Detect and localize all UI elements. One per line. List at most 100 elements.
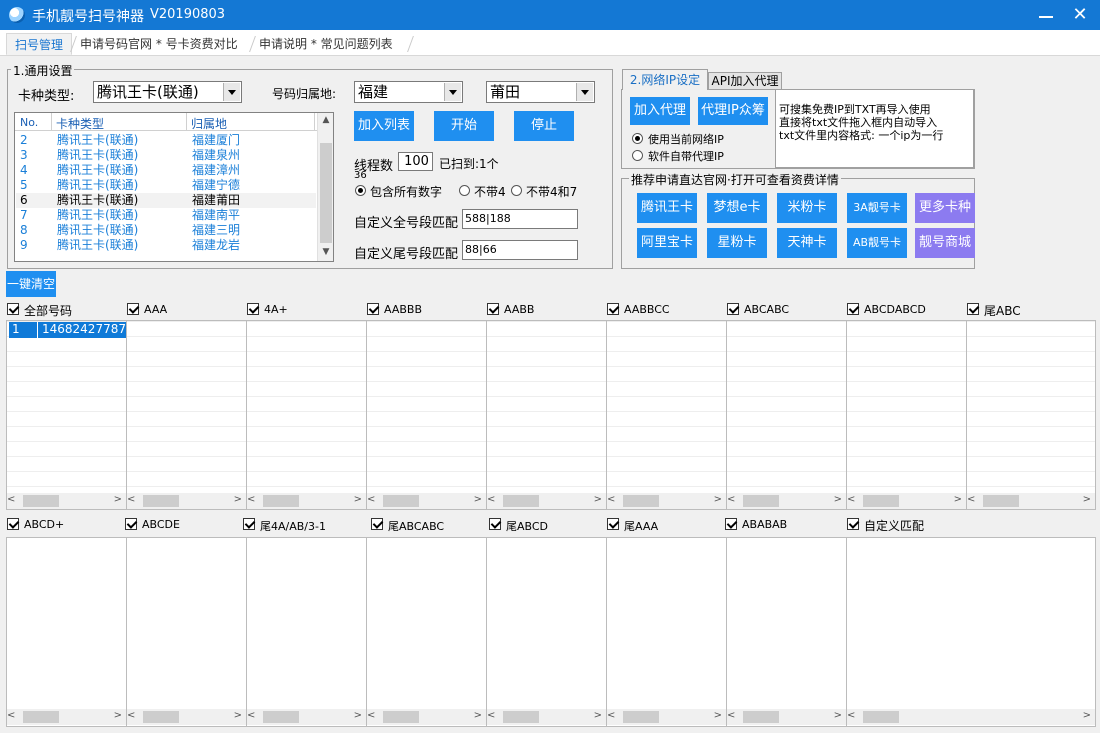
start-button[interactable]: 开始: [434, 111, 494, 141]
radio-no-4-7[interactable]: [511, 185, 522, 196]
panel-tail-abc[interactable]: [966, 320, 1096, 510]
radio-all-digits[interactable]: [355, 185, 366, 196]
list-item[interactable]: 9 腾讯王卡(联通) 福建龙岩: [16, 238, 316, 253]
panel-aabb[interactable]: [486, 320, 607, 510]
checkbox-abcde[interactable]: [125, 518, 137, 530]
mengxiang-button[interactable]: 梦想e卡: [707, 193, 767, 223]
add-list-button[interactable]: 加入列表: [354, 111, 414, 141]
more-cards-button[interactable]: 更多卡种: [915, 193, 975, 223]
card-type-select[interactable]: 腾讯王卡(联通): [93, 81, 242, 103]
panel-abcde[interactable]: [126, 537, 247, 727]
list-item[interactable]: 4 腾讯王卡(联通) 福建漳州: [16, 163, 316, 178]
checkbox-aabbb[interactable]: [367, 303, 379, 315]
checkbox-tail-aaa[interactable]: [607, 518, 619, 530]
ab-card-button[interactable]: AB靓号卡: [847, 228, 907, 258]
checkbox-aaa[interactable]: [127, 303, 139, 315]
checkbox-aabbcc[interactable]: [607, 303, 619, 315]
hscroll[interactable]: < >: [7, 493, 126, 509]
panel-4a[interactable]: [246, 320, 367, 510]
list-item[interactable]: 3 腾讯王卡(联通) 福建泉州: [16, 148, 316, 163]
scroll-thumb[interactable]: [320, 143, 332, 243]
hscroll[interactable]: < >: [607, 493, 726, 509]
checkbox-tail-abc[interactable]: [967, 303, 979, 315]
checkbox-all-numbers[interactable]: [7, 303, 19, 315]
card-type-list[interactable]: No. 卡种类型 归属地 2 腾讯王卡(联通) 福建厦门 3 腾讯王卡(联通) 福建泉州…: [14, 112, 334, 262]
panel-abcdabcd[interactable]: [846, 320, 967, 510]
hscroll[interactable]: < >: [367, 709, 486, 725]
hscroll[interactable]: < >: [127, 709, 246, 725]
tab-official-sites[interactable]: 申请号码官网 * 号卡资费对比: [72, 33, 246, 55]
panel-custom-match[interactable]: [846, 537, 1096, 727]
hscroll[interactable]: < >: [727, 493, 846, 509]
checkbox-abcabc[interactable]: [727, 303, 739, 315]
proxy-drop-area[interactable]: 可搜集免费IP到TXT再导入使用 直接将txt文件拖入框内自动导入 txt文件里…: [775, 89, 974, 168]
list-item[interactable]: 5 腾讯王卡(联通) 福建宁德: [16, 178, 316, 193]
checkbox-abcdabcd[interactable]: [847, 303, 859, 315]
list-item-selected[interactable]: 6 腾讯王卡(联通) 福建莆田: [16, 193, 316, 208]
tab-instructions[interactable]: 申请说明 * 常见问题列表: [251, 33, 401, 55]
checkbox-4a[interactable]: [247, 303, 259, 315]
xingfen-button[interactable]: 星粉卡: [707, 228, 767, 258]
scroll-down-icon[interactable]: ▼: [319, 247, 333, 257]
radio-builtin-proxy[interactable]: [632, 150, 643, 161]
number-mall-button[interactable]: 靓号商城: [915, 228, 975, 258]
radio-no-4[interactable]: [459, 185, 470, 196]
hscroll[interactable]: < >: [727, 709, 846, 725]
checkbox-custom-match[interactable]: [847, 518, 859, 530]
panel-all-numbers[interactable]: 1 14682427787: [6, 320, 127, 510]
panel-aaa[interactable]: [126, 320, 247, 510]
panel-aabbcc[interactable]: [606, 320, 727, 510]
hscroll[interactable]: < >: [247, 493, 366, 509]
tianshen-button[interactable]: 天神卡: [777, 228, 837, 258]
found-number-row[interactable]: 1 14682427787: [9, 322, 127, 338]
list-scrollbar[interactable]: ▲ ▼: [317, 113, 333, 261]
wangka-button[interactable]: 腾讯王卡: [637, 193, 697, 223]
list-item[interactable]: 7 腾讯王卡(联通) 福建南平: [16, 208, 316, 223]
panel-abcabc[interactable]: [726, 320, 847, 510]
mifen-button[interactable]: 米粉卡: [777, 193, 837, 223]
hscroll[interactable]: < >: [7, 709, 126, 725]
alibao-button[interactable]: 阿里宝卡: [637, 228, 697, 258]
province-select[interactable]: 福建: [354, 81, 463, 103]
3a-card-button[interactable]: 3A靓号卡: [847, 193, 907, 223]
clear-all-button[interactable]: 一键清空: [6, 271, 56, 297]
city-select[interactable]: 莆田: [486, 81, 595, 103]
stop-button[interactable]: 停止: [514, 111, 574, 141]
hscroll[interactable]: < >: [847, 493, 966, 509]
minimize-icon[interactable]: [1033, 3, 1059, 27]
hscroll[interactable]: < >: [487, 709, 606, 725]
hscroll[interactable]: < >: [607, 709, 726, 725]
tail-match-input[interactable]: 88|66: [462, 240, 578, 260]
thread-count-input[interactable]: 100: [398, 152, 433, 171]
scroll-up-icon[interactable]: ▲: [319, 115, 333, 125]
checkbox-tail-abcd[interactable]: [489, 518, 501, 530]
checkbox-tail-4a[interactable]: [243, 518, 255, 530]
panel-ababab[interactable]: [726, 537, 847, 727]
tab-api-proxy[interactable]: API加入代理: [708, 72, 782, 90]
panel-tail-abcabc[interactable]: [366, 537, 487, 727]
panel-aabbb[interactable]: [366, 320, 487, 510]
radio-current-ip[interactable]: [632, 133, 643, 144]
hscroll[interactable]: < >: [487, 493, 606, 509]
hscroll[interactable]: < >: [847, 709, 1095, 725]
tab-network-ip[interactable]: 2.网络IP设定: [622, 69, 708, 90]
hscroll[interactable]: < >: [127, 493, 246, 509]
panel-abcd-plus[interactable]: [6, 537, 127, 727]
add-proxy-button[interactable]: 加入代理: [630, 97, 690, 125]
panel-tail-4a[interactable]: [246, 537, 367, 727]
checkbox-aabb[interactable]: [487, 303, 499, 315]
hscroll[interactable]: < >: [367, 493, 486, 509]
hscroll[interactable]: < >: [247, 709, 366, 725]
checkbox-ababab[interactable]: [725, 518, 737, 530]
list-item[interactable]: 2 腾讯王卡(联通) 福建厦门: [16, 133, 316, 148]
checkbox-abcd-plus[interactable]: [7, 518, 19, 530]
panel-tail-aaa[interactable]: [606, 537, 727, 727]
checkbox-tail-abcabc[interactable]: [371, 518, 383, 530]
full-match-input[interactable]: 588|188: [462, 209, 578, 229]
close-icon[interactable]: ✕: [1067, 3, 1093, 27]
tab-scan-management[interactable]: 扫号管理: [6, 33, 73, 55]
hscroll[interactable]: < >: [967, 493, 1095, 509]
list-item[interactable]: 8 腾讯王卡(联通) 福建三明: [16, 223, 316, 238]
panel-tail-abcd[interactable]: [486, 537, 607, 727]
proxy-crowdfund-button[interactable]: 代理IP众筹: [698, 97, 768, 125]
